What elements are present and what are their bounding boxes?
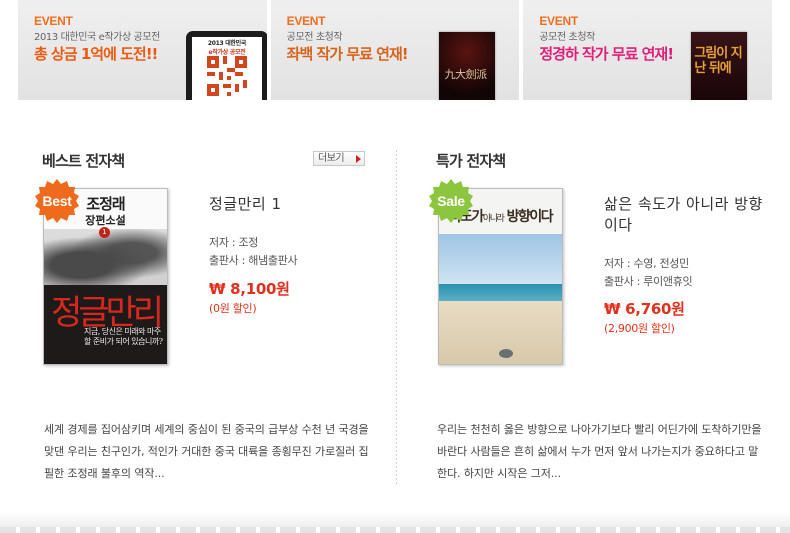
cover-volume: 1 <box>99 227 110 238</box>
sale-badge: Sale <box>428 178 474 224</box>
book-publisher: 출판사 : 루이앤휴잇 <box>604 275 693 288</box>
panel-bottom-shadow <box>0 511 790 527</box>
qr-code-icon <box>207 56 247 96</box>
event-label: EVENT <box>286 14 326 28</box>
book-title[interactable]: 삶은 속도가 아니라 방향이다 <box>604 194 764 236</box>
event-label: EVENT <box>34 14 73 28</box>
more-label: 더보기 <box>318 153 345 164</box>
event-banner-jwabaek[interactable]: EVENT 공모전 초청작 좌백 작가 무료 연재! 九大劍派 <box>270 0 520 100</box>
badge-label: Best <box>42 193 72 209</box>
book-title[interactable]: 정글만리 1 <box>209 194 379 215</box>
cover-title: 九大劍派 <box>444 68 488 81</box>
book-cover-thumbnail: 九大劍派 <box>438 32 495 100</box>
badge-label: Sale <box>437 193 465 209</box>
event-headline: 정경하 작가 무료 연재! <box>539 45 674 63</box>
book-discount: (0원 할인) <box>209 302 257 315</box>
more-button[interactable]: 더보기 <box>313 151 365 166</box>
book-author: 저자 : 수영, 전성민 <box>604 257 689 270</box>
sale-section-title: 특가 전자책 <box>436 152 506 170</box>
event-headline: 총 상금 1억에 도전!! <box>34 45 158 63</box>
event-subtitle: 공모전 초청작 <box>286 32 343 43</box>
book-discount: (2,900원 할인) <box>604 322 675 335</box>
event-subtitle: 공모전 초청작 <box>539 32 595 43</box>
tablet-image: 2013 대한민국 e작가상 공모전 <box>186 31 267 100</box>
section-divider <box>396 150 397 486</box>
best-section-title: 베스트 전자책 <box>42 152 125 170</box>
arrow-right-icon <box>356 155 361 163</box>
event-banner-jeonggyeongha[interactable]: EVENT 공모전 초청작 정경하 작가 무료 연재! 그림이 지난 뒤에 <box>523 0 773 100</box>
event-banners: EVENT 2013 대한민국 e작가상 공모전 총 상금 1억에 도전!! 2… <box>18 0 773 100</box>
book-cover-thumbnail: 그림이 지난 뒤에 <box>691 32 748 100</box>
cover-quote: 지금, 당신은 미래와 마주할 준비가 되어 있습니까? <box>84 327 163 346</box>
event-banner-econtest[interactable]: EVENT 2013 대한민국 e작가상 공모전 총 상금 1억에 도전!! 2… <box>18 0 267 100</box>
cover-title: 그림이 지난 뒤에 <box>694 46 742 76</box>
cover-map-graphic <box>44 229 167 289</box>
tablet-text-line1: 2013 대한민국 <box>207 40 247 47</box>
book-price: ₩ 6,760원 <box>604 300 685 318</box>
event-label: EVENT <box>539 14 578 28</box>
cover-shell-graphic <box>499 349 513 358</box>
book-author: 저자 : 조정 <box>209 236 259 249</box>
book-publisher: 출판사 : 해냄출판사 <box>209 254 298 267</box>
tablet-text-line2: e작가상 공모전 <box>208 49 246 56</box>
book-description: 우리는 천천히 옳은 방향으로 나아가기보다 빨리 어딘가에 도착하기만을 바란… <box>437 423 762 480</box>
panel-bottom-border <box>0 527 790 533</box>
book-description: 세계 경제를 집어삼키며 세계의 중심이 된 중국의 급부상 수천 년 국경을 … <box>44 423 369 480</box>
best-badge: Best <box>34 178 80 224</box>
event-headline: 좌백 작가 무료 연재! <box>286 45 409 63</box>
event-subtitle: 2013 대한민국 e작가상 공모전 <box>34 32 160 43</box>
book-price: ₩ 8,100원 <box>209 280 290 298</box>
